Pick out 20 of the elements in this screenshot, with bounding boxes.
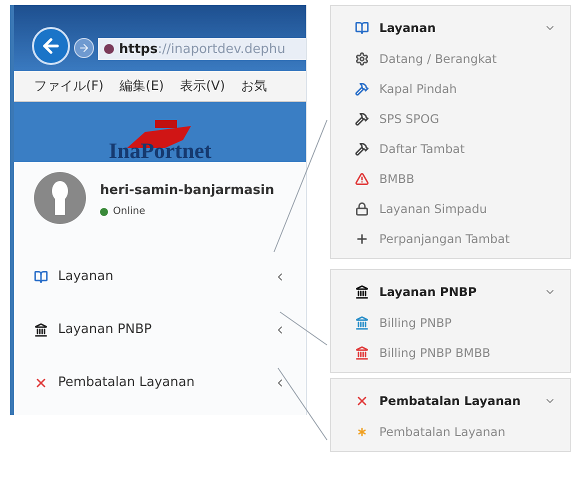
menu-item[interactable]: 編集(E): [120, 77, 164, 95]
leader-line: [280, 312, 328, 346]
menu-item[interactable]: ファイル(F): [34, 77, 104, 95]
panel-title[interactable]: Layanan: [379, 21, 534, 35]
menu-item[interactable]: 表示(V): [180, 77, 226, 95]
nav-item[interactable]: Layanan PNBP: [58, 322, 264, 337]
menu-item[interactable]: お気: [241, 77, 268, 95]
panel-title[interactable]: Layanan PNBP: [379, 285, 534, 299]
user-name: heri-samin-banjarmasin: [100, 183, 274, 198]
address-bar[interactable]: https://inaportdev.dephu: [98, 38, 306, 60]
panel-title[interactable]: Pembatalan Layanan: [379, 394, 534, 408]
forward-arrow-icon: [78, 42, 90, 54]
status-dot: [100, 208, 108, 216]
back-button[interactable]: [32, 27, 70, 65]
logo-text: InaPortnet: [108, 140, 212, 162]
nav-item[interactable]: Pembatalan Layanan: [58, 375, 264, 390]
avatar: [34, 172, 86, 224]
user-status: Online: [113, 206, 146, 217]
forward-button[interactable]: [74, 38, 94, 58]
nav-item[interactable]: Layanan: [58, 269, 264, 284]
